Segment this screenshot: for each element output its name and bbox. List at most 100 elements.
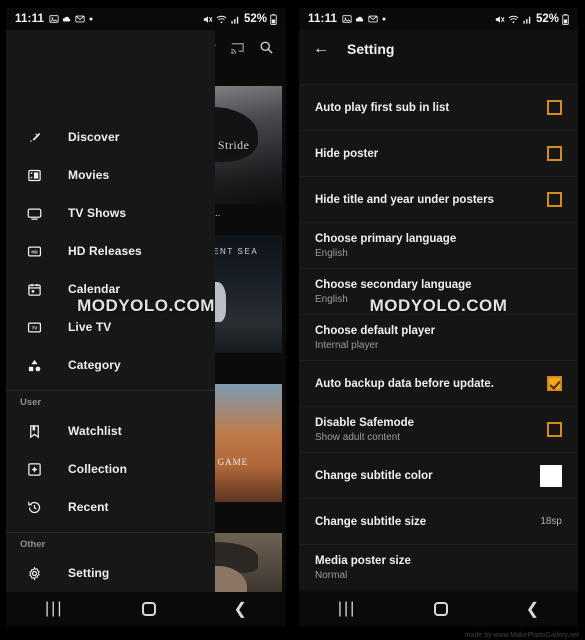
- right-phone-screen: 11:11 52% ← Setting Auto play first sub …: [299, 8, 578, 626]
- checkbox[interactable]: [547, 422, 562, 437]
- setting-subtitle: Normal: [315, 569, 348, 581]
- sidebar-item-collection[interactable]: Collection: [6, 450, 215, 488]
- svg-text:TV: TV: [31, 325, 37, 330]
- search-icon[interactable]: [259, 40, 274, 55]
- sidebar-item-discover[interactable]: Discover: [6, 118, 215, 156]
- sidebar-item-label: Calendar: [68, 282, 121, 296]
- wifi-icon: [216, 14, 227, 25]
- setting-title: Auto play first sub in list: [315, 101, 450, 114]
- setting-text: Disable Safemode Show adult content: [315, 417, 414, 443]
- setting-row-default-player[interactable]: Choose default player Internal player: [299, 314, 578, 360]
- setting-subtitle: Show adult content: [315, 431, 401, 443]
- status-right-icons: 52%: [202, 13, 277, 25]
- sidebar-item-recent[interactable]: Recent: [6, 488, 215, 526]
- battery-level: 52%: [535, 13, 559, 25]
- sidebar-item-tv-shows[interactable]: TV Shows: [6, 194, 215, 232]
- signal-icon: [522, 14, 533, 25]
- status-time: 11:11: [15, 13, 45, 25]
- sidebar-item-label: Movies: [68, 168, 110, 182]
- battery-icon: [562, 13, 569, 25]
- setting-text: Choose default player Internal player: [315, 325, 435, 351]
- sidebar-item-label: Recent: [68, 500, 109, 514]
- rocket-icon: [24, 130, 44, 145]
- collection-icon: [24, 462, 44, 477]
- sidebar-item-watchlist[interactable]: Watchlist: [6, 412, 215, 450]
- sidebar-item-calendar[interactable]: Calendar: [6, 270, 215, 308]
- setting-subtitle: English: [315, 293, 348, 305]
- checkbox-checked[interactable]: [547, 376, 562, 391]
- cloud-icon: [62, 14, 72, 24]
- status-left-icons: [342, 14, 387, 24]
- back-icon[interactable]: ❮: [526, 599, 539, 619]
- setting-text: Media poster size Normal: [315, 555, 411, 581]
- battery-icon: [270, 13, 277, 25]
- film-icon: [24, 168, 44, 183]
- sidebar-item-label: Watchlist: [68, 424, 122, 438]
- android-nav-bar-right: ||| ❮: [299, 592, 578, 626]
- navigation-drawer: Discover Movies TV Shows HD HD Releases …: [6, 30, 215, 626]
- bookmark-icon: [24, 424, 44, 439]
- sidebar-item-live-tv[interactable]: TV Live TV: [6, 308, 215, 346]
- setting-title: Choose default player: [315, 324, 436, 337]
- checkbox[interactable]: [547, 192, 562, 207]
- recents-icon[interactable]: |||: [45, 600, 63, 618]
- setting-row-primary-language[interactable]: Choose primary language English: [299, 222, 578, 268]
- setting-text: Change subtitle size: [315, 516, 426, 528]
- setting-subtitle: English: [315, 247, 348, 259]
- sidebar-item-hd-releases[interactable]: HD HD Releases: [6, 232, 215, 270]
- setting-row-media-poster-size[interactable]: Media poster size Normal: [299, 544, 578, 590]
- setting-text: Choose primary language English: [315, 233, 456, 259]
- setting-row-subtitle-size[interactable]: Change subtitle size 18sp: [299, 498, 578, 544]
- sidebar-item-setting[interactable]: Setting: [6, 554, 215, 592]
- checkbox[interactable]: [547, 100, 562, 115]
- setting-row-subtitle-color[interactable]: Change subtitle color: [299, 452, 578, 498]
- left-phone: 11:11 52% Sword Stride THE SILENT SEA SQ…: [0, 0, 292, 640]
- status-right-icons: 52%: [494, 13, 569, 25]
- drawer-section-user: User: [20, 397, 42, 408]
- sidebar-item-category[interactable]: Category: [6, 346, 215, 384]
- dot-icon: [381, 16, 387, 22]
- setting-title: Media poster size: [315, 554, 411, 567]
- page-title: Setting: [347, 41, 395, 57]
- setting-title: Change subtitle size: [315, 515, 427, 528]
- category-icon: [24, 358, 44, 373]
- mute-icon: [494, 14, 505, 25]
- svg-text:HD: HD: [31, 249, 37, 254]
- setting-row-hide-poster[interactable]: Hide poster: [299, 130, 578, 176]
- setting-text: Hide poster: [315, 148, 378, 160]
- history-icon: [24, 500, 44, 515]
- signal-icon: [230, 14, 241, 25]
- setting-text: Auto backup data before update.: [315, 378, 494, 390]
- sidebar-item-label: Live TV: [68, 320, 112, 334]
- setting-title: Auto backup data before update.: [315, 377, 494, 390]
- setting-row-auto-backup[interactable]: Auto backup data before update.: [299, 360, 578, 406]
- setting-row-auto-play-first-sub[interactable]: Auto play first sub in list: [299, 84, 578, 130]
- sidebar-item-label: Collection: [68, 462, 128, 476]
- wifi-icon: [508, 14, 519, 25]
- gmail-icon: [75, 14, 85, 24]
- setting-value: 18sp: [540, 516, 562, 527]
- setting-row-secondary-language[interactable]: Choose secondary language English: [299, 268, 578, 314]
- back-icon[interactable]: ❮: [234, 599, 247, 619]
- settings-list: Auto play first sub in list Hide poster …: [299, 84, 578, 590]
- home-icon[interactable]: [434, 602, 449, 616]
- setting-title: Choose secondary language: [315, 278, 472, 291]
- home-icon[interactable]: [141, 602, 156, 616]
- setting-row-hide-title-year[interactable]: Hide title and year under posters: [299, 176, 578, 222]
- live-tv-icon: TV: [24, 320, 44, 335]
- status-left-icons: [49, 14, 94, 24]
- recents-icon[interactable]: |||: [338, 600, 356, 618]
- setting-row-disable-safemode[interactable]: Disable Safemode Show adult content: [299, 406, 578, 452]
- color-swatch[interactable]: [540, 464, 562, 487]
- status-bar-left: 11:11 52%: [6, 8, 286, 30]
- tv-monitor-icon: [24, 206, 44, 221]
- cast-icon[interactable]: [230, 40, 245, 55]
- dot-icon: [88, 16, 94, 22]
- sidebar-item-movies[interactable]: Movies: [6, 156, 215, 194]
- setting-title: Hide title and year under posters: [315, 193, 494, 206]
- checkbox[interactable]: [547, 146, 562, 161]
- setting-title: Change subtitle color: [315, 469, 433, 482]
- arrow-left-icon[interactable]: ←: [313, 41, 329, 57]
- image-icon: [342, 14, 352, 24]
- sidebar-item-label: Setting: [68, 566, 110, 580]
